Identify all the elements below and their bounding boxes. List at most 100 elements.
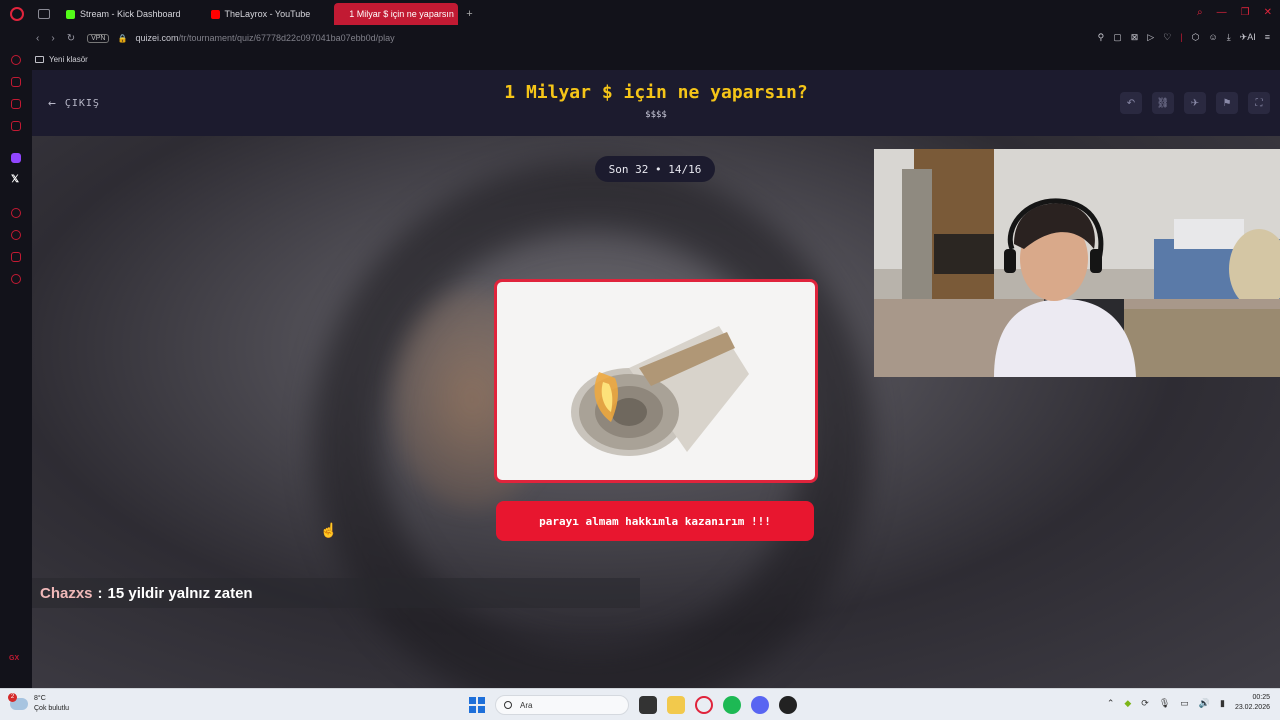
spotify-icon[interactable] (723, 696, 741, 714)
opera-logo-icon[interactable] (10, 7, 24, 21)
undo-icon[interactable]: ↶ (1120, 92, 1142, 114)
player-sidebar-icon[interactable] (11, 208, 21, 218)
tab-quiz[interactable]: 1 Milyar $ için ne yaparsın (334, 3, 459, 25)
extensions-icon[interactable]: ⬡ (1192, 32, 1200, 43)
opera-gx-icon[interactable] (695, 696, 713, 714)
search-tabs-icon[interactable]: ⌕ (1197, 7, 1203, 18)
nvidia-icon[interactable]: ◆ (1124, 698, 1131, 709)
menu-icon[interactable]: ≡ (1265, 32, 1270, 43)
divider: | (1180, 32, 1183, 42)
answer-image-card[interactable] (494, 279, 818, 483)
volume-icon[interactable]: 🔊 (1199, 698, 1210, 709)
burning-money-roll-image (571, 326, 749, 456)
battery-icon[interactable]: ▮ (1220, 698, 1225, 709)
bookmarks-bar: Yeni klasör (0, 48, 1280, 70)
tab-label: 1 Milyar $ için ne yaparsın (349, 9, 454, 19)
chat-message: Chazxs : 15 yildir yalnız zaten (32, 578, 640, 608)
x-twitter-icon[interactable]: 𝕏 (11, 174, 19, 185)
bookmark-folder[interactable]: Yeni klasör (35, 55, 88, 64)
date: 23.02.2026 (1234, 704, 1270, 711)
weather-badge: 2 (8, 693, 17, 702)
hand-cursor-icon: ☝ (320, 522, 338, 538)
window-controls: ⌕ — ❐ ✕ (1197, 7, 1272, 18)
quiz-title: 1 Milyar $ için ne yaparsın? (504, 82, 808, 103)
download-icon[interactable]: ⤓ (1227, 32, 1231, 43)
tab-youtube[interactable]: TheLayrox - YouTube (201, 3, 321, 25)
chat-separator: : (97, 584, 103, 602)
file-icon[interactable] (639, 696, 657, 714)
quiz-page: ← ÇIKIŞ 1 Milyar $ için ne yaparsın? $$$… (32, 70, 1280, 688)
tab-islands-icon[interactable] (38, 9, 50, 19)
new-tab-button[interactable]: + (466, 8, 472, 20)
quiz-header: ← ÇIKIŞ 1 Milyar $ için ne yaparsın? $$$… (32, 70, 1280, 136)
microphone-icon[interactable]: 🎙 (1159, 698, 1170, 709)
flag-icon[interactable]: ⚑ (1216, 92, 1238, 114)
file-explorer-icon[interactable] (667, 696, 685, 714)
snapshot-icon[interactable]: ▢ (1113, 32, 1122, 43)
bookmark-folder-label: Yeni klasör (49, 54, 88, 64)
round-progress: Son 32 • 14/16 (595, 156, 715, 182)
gx-control-icon[interactable] (11, 77, 21, 87)
header-actions: ↶ ⛓ ✈ ⚑ ⛶ (1120, 92, 1270, 114)
heart-icon[interactable]: ♡ (1163, 32, 1171, 43)
history-icon[interactable] (11, 230, 21, 240)
close-button[interactable]: ✕ (1264, 7, 1272, 18)
system-tray: ⌃ ◆ ⟳ 🎙 ▭ 🔊 ▮ 00:25 23.02.2026 (1107, 693, 1270, 713)
url-host: quizei.com (135, 33, 179, 43)
sync-icon[interactable]: ⟳ (1141, 698, 1149, 709)
pin-icon[interactable]: ⚲ (1098, 32, 1105, 43)
lock-icon[interactable]: 🔒 (117, 34, 127, 43)
link-icon[interactable]: ⛓ (1152, 92, 1174, 114)
discord-icon[interactable] (751, 696, 769, 714)
toolbar-icons: ⚲ ▢ ⊠ ▷ ♡ | ⬡ ☺ ⤓ ✈AI ≡ (1098, 32, 1270, 43)
maximize-button[interactable]: ❐ (1241, 7, 1250, 18)
temperature: 8°C (34, 695, 46, 702)
tab-label: Stream - Kick Dashboard (80, 9, 181, 19)
twitch-icon[interactable] (11, 153, 21, 163)
gx-label: GX (9, 655, 20, 662)
webcam-overlay (874, 149, 1280, 377)
answer-button[interactable]: parayı almam hakkımla kazanırım !!! (496, 501, 814, 541)
url-field[interactable]: quizei.com/tr/tournament/quiz/67778d22c0… (135, 33, 394, 43)
kick-icon (66, 9, 75, 19)
url-path: /tr/tournament/quiz/67778d22c097041ba07e… (178, 33, 395, 43)
windows-taskbar: 2 8°C Çok bulutlu Ara ⌃ ◆ ⟳ 🎙 ▭ 🔊 ▮ 00:2… (0, 688, 1280, 720)
extensions-sidebar-icon[interactable] (11, 252, 21, 262)
aria-ai-button[interactable]: ✈AI (1240, 32, 1256, 43)
folder-icon (35, 55, 44, 63)
chat-username: Chazxs (40, 584, 93, 602)
fullscreen-icon[interactable]: ⛶ (1248, 92, 1270, 114)
adblock-icon[interactable]: ⊠ (1131, 32, 1139, 43)
share-icon[interactable]: ✈ (1184, 92, 1206, 114)
browser-sidebar: 𝕏 GX (0, 48, 32, 688)
youtube-icon (210, 9, 220, 19)
clock[interactable]: 00:25 23.02.2026 (1235, 693, 1270, 713)
vpn-badge[interactable]: VPN (87, 33, 110, 43)
weather-widget[interactable]: 2 8°C Çok bulutlu (8, 693, 70, 714)
player-icon[interactable]: ▷ (1147, 32, 1154, 43)
time: 00:25 (1252, 694, 1270, 701)
start-button[interactable] (469, 697, 485, 713)
profile-icon[interactable]: ☺ (1208, 32, 1217, 43)
weather-condition: Çok bulutlu (34, 705, 70, 712)
steam-icon[interactable] (779, 696, 797, 714)
ai-label: AI (1247, 32, 1256, 42)
tab-kick[interactable]: Stream - Kick Dashboard (56, 3, 191, 25)
messenger-icon[interactable] (11, 99, 21, 109)
minimize-button[interactable]: — (1217, 7, 1227, 18)
quiz-subtitle: $$$$ (645, 110, 667, 120)
search-placeholder: Ara (520, 700, 533, 710)
monitor-icon[interactable]: ▭ (1180, 698, 1189, 709)
cloud-icon: 2 (8, 693, 28, 710)
speed-dial-icon[interactable] (11, 55, 21, 65)
gx-corner-icon[interactable] (11, 121, 21, 131)
tab-bar: Stream - Kick Dashboard TheLayrox - YouT… (0, 0, 1280, 28)
forward-nav-icon[interactable]: › (51, 33, 54, 44)
tab-label: TheLayrox - YouTube (224, 9, 311, 19)
reload-icon[interactable]: ↻ (67, 33, 75, 44)
chevron-up-icon[interactable]: ⌃ (1107, 698, 1115, 709)
search-icon (504, 701, 512, 709)
taskbar-search[interactable]: Ara (495, 695, 629, 715)
back-nav-icon[interactable]: ‹ (36, 33, 39, 44)
settings-icon[interactable] (11, 274, 21, 284)
